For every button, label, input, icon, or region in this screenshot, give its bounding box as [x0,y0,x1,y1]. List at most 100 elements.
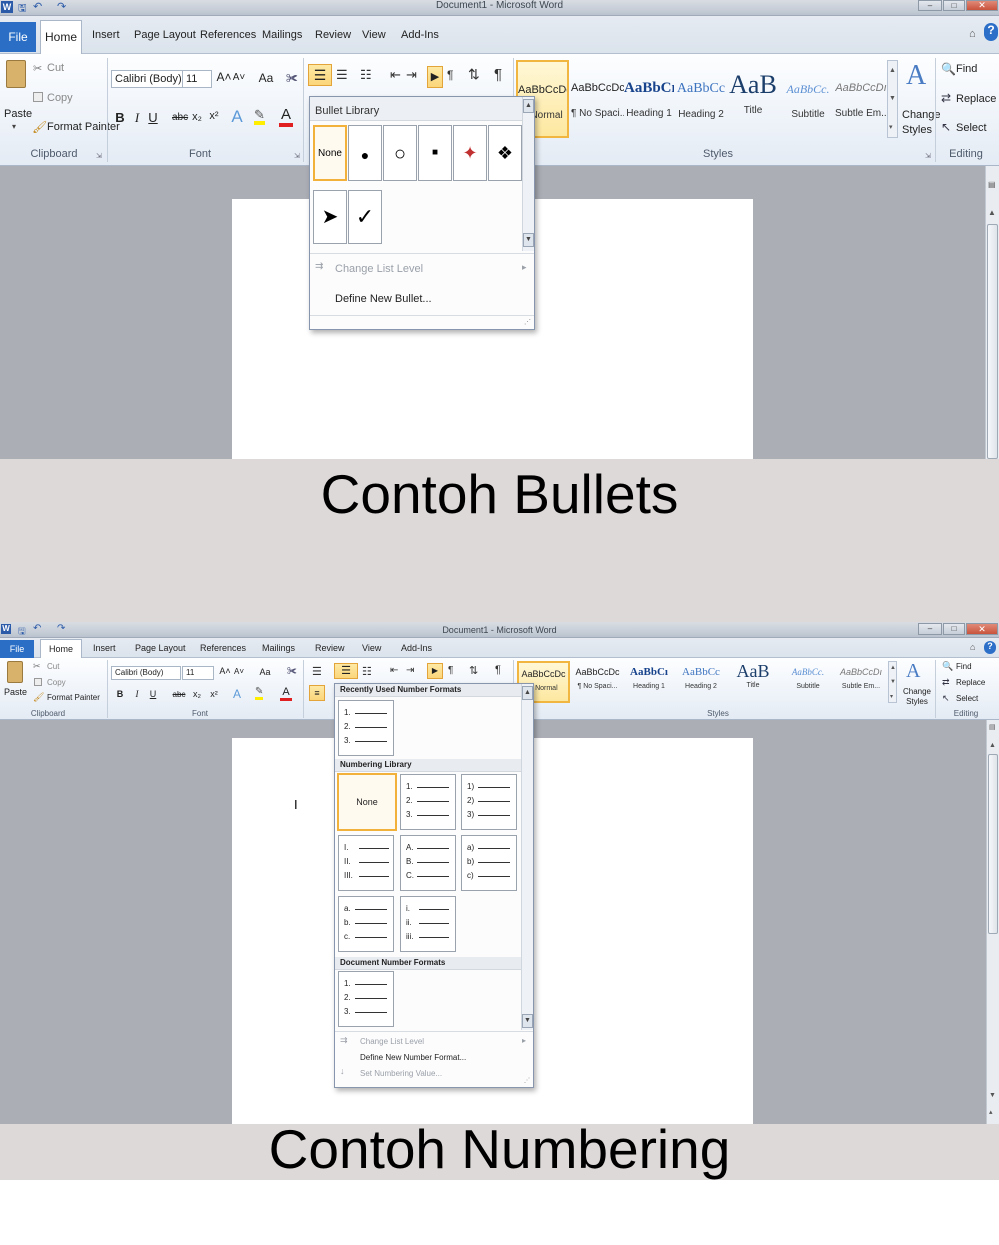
document-format-1[interactable]: 1. 2. 3. [338,971,394,1027]
style-title[interactable]: AaB Title [728,60,778,138]
bullets-button[interactable]: ☰ [308,64,332,86]
italic-button[interactable]: I [132,689,142,699]
numbering-format-alpha-lower[interactable]: a. b. c. [338,896,394,952]
tab-page-layout[interactable]: Page Layout [134,29,196,41]
replace-icon[interactable]: ⇄ [941,91,951,105]
underline-button[interactable]: U [148,689,158,699]
define-new-number-format-item[interactable]: Define New Number Format... [360,1053,466,1062]
numbering-button[interactable]: ☰ [334,663,358,679]
tab-file[interactable]: File [0,640,34,658]
replace-icon[interactable]: ⇄ [942,677,950,688]
bullet-none[interactable]: None [313,125,347,181]
superscript-button[interactable]: x² [208,110,220,122]
binoculars-icon[interactable]: 🔍 [941,62,956,76]
cut-button[interactable]: Cut [47,662,59,671]
numbering-format-alpha-paren[interactable]: a) b) c) [461,835,517,891]
tab-home[interactable]: Home [40,639,82,658]
style-heading-2[interactable]: AaBbCc Heading 2 [676,661,726,703]
help-icon[interactable]: ? [984,641,996,654]
align-left-button[interactable]: ≡ [309,685,325,701]
decrease-indent-icon[interactable]: ⇤ [390,67,401,83]
replace-button[interactable]: Replace [956,678,985,687]
select-button[interactable]: Select [956,122,987,134]
bullets-icon[interactable]: ☰ [312,665,322,678]
text-effects-button[interactable]: A [230,107,244,127]
style-subtle-emphasis[interactable]: AaBbCcDı Subtle Em... [835,661,887,703]
highlight-icon[interactable]: ✎ [255,687,264,700]
style-heading-1[interactable]: AaBbCı Heading 1 [624,60,674,138]
change-styles-button[interactable]: Change Styles [900,687,934,707]
paste-icon[interactable] [7,661,23,683]
style-title[interactable]: AaB Title [728,661,778,703]
select-button[interactable]: Select [956,694,978,703]
decrease-indent-icon[interactable]: ⇤ [390,665,398,676]
change-styles-icon[interactable]: A [906,660,920,683]
style-no-spacing[interactable]: AaBbCcDc ¶ No Spaci... [571,60,624,138]
numbering-format-1-dot[interactable]: 1. 2. 3. [400,774,456,830]
tab-home[interactable]: Home [40,20,82,54]
scroll-down-icon[interactable]: ▼ [890,679,896,685]
numbering-format-alpha-upper[interactable]: A. B. C. [400,835,456,891]
resize-grip-icon[interactable]: ⋰ [524,318,531,326]
find-button[interactable]: Find [956,63,977,75]
scissors-icon[interactable]: ✂ [33,62,42,75]
scroll-up-icon[interactable]: ▲ [889,67,896,74]
find-button[interactable]: Find [956,662,972,671]
format-painter-icon[interactable]: 🖌 [32,120,47,134]
multilevel-list-icon[interactable]: ☷ [360,67,372,83]
numbering-none[interactable]: None [337,773,397,831]
vertical-scrollbar[interactable]: ▤ ▲ ▼ ▴ [986,720,999,1124]
change-case-button[interactable]: Aa [255,71,277,85]
multilevel-list-icon[interactable]: ☷ [362,665,372,678]
bullet-arrow[interactable]: ➤ [313,190,347,244]
tab-references[interactable]: References [200,29,256,41]
minimize-icon[interactable]: – [918,623,942,635]
tab-references[interactable]: References [200,643,246,653]
recent-format-1[interactable]: 1. 2. 3. [338,700,394,756]
tab-view[interactable]: View [362,643,381,653]
scroll-down-icon[interactable]: ▼ [889,95,896,102]
clear-formatting-icon[interactable]: ✀ [286,71,298,86]
scroll-up-icon[interactable]: ▲ [988,208,996,217]
tab-mailings[interactable]: Mailings [262,643,295,653]
close-icon[interactable]: ✕ [966,623,998,635]
copy-button[interactable]: Copy [47,92,73,104]
resize-grip-icon[interactable]: ⋰ [524,1077,530,1084]
scissors-icon[interactable]: ✂ [33,661,41,672]
text-effects-button[interactable]: A [231,687,243,701]
change-styles-button[interactable]: Change Styles [902,108,941,138]
copy-icon[interactable] [34,678,42,686]
select-arrow-icon[interactable]: ↖ [942,693,950,704]
tab-review[interactable]: Review [315,29,351,41]
font-size-box[interactable]: 11 [182,666,214,680]
scroll-up-icon[interactable]: ▲ [890,665,896,671]
grow-font-button[interactable]: A˄ [216,70,232,84]
ltr-button[interactable]: ▶ [427,66,443,88]
tab-file[interactable]: File [0,22,36,52]
bullet-checkmark[interactable]: ✓ [348,190,382,244]
replace-button[interactable]: Replace [956,93,996,105]
format-painter-button[interactable]: Format Painter [47,121,120,133]
sort-icon[interactable]: ⇅ [468,66,480,83]
minimize-ribbon-icon[interactable]: ⌂ [969,28,976,40]
style-no-spacing[interactable]: AaBbCcDc ¶ No Spaci... [571,661,624,703]
scroll-down-icon[interactable]: ▼ [989,1092,996,1099]
font-launcher-icon[interactable]: ⇲ [294,152,300,160]
copy-icon[interactable] [33,92,43,102]
style-subtitle[interactable]: AaBbCc. Subtitle [782,661,834,703]
bullet-diamond[interactable]: ❖ [488,125,522,181]
styles-scroll[interactable]: ▲ ▼ ▾ [887,60,898,138]
paste-icon[interactable] [6,60,26,88]
tab-add-ins[interactable]: Add-Ins [401,29,439,41]
bullet-menu-scrollbar[interactable]: ▲ ▼ [522,97,534,251]
scroll-up-icon[interactable]: ▲ [989,742,996,749]
bullet-square[interactable]: ■ [418,125,452,181]
styles-scroll[interactable]: ▲ ▼ ▾ [888,661,897,703]
ltr-button[interactable]: ▶ [427,663,443,679]
change-case-button[interactable]: Aa [255,667,275,677]
scroll-thumb[interactable] [987,224,998,459]
prev-page-icon[interactable]: ▴ [989,1108,993,1116]
numbering-format-1-paren[interactable]: 1) 2) 3) [461,774,517,830]
style-subtitle[interactable]: AaBbCc. Subtitle [782,60,834,138]
increase-indent-icon[interactable]: ⇥ [406,67,417,83]
